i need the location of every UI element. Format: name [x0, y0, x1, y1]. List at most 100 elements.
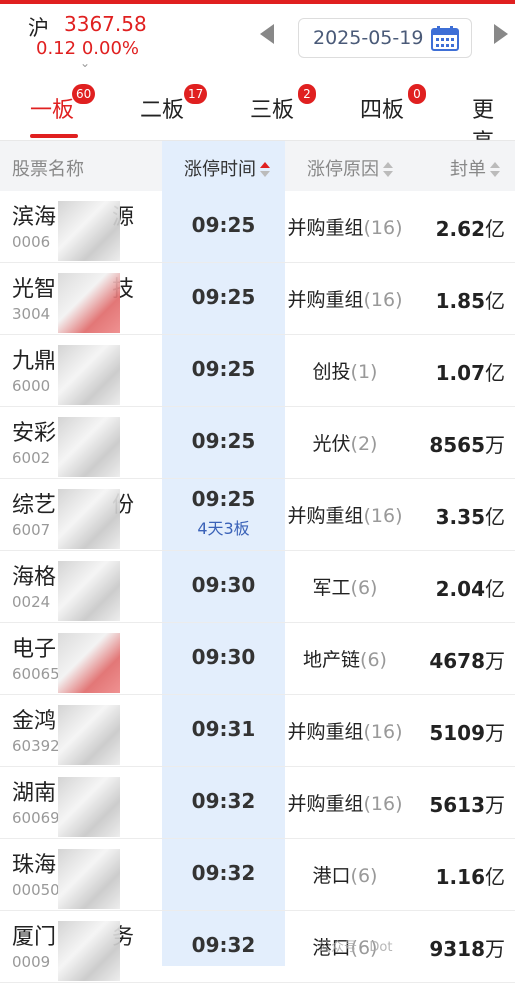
stock-code: 0009	[12, 953, 51, 971]
tab-label: 二板	[140, 98, 185, 123]
seal-amount: 2.04亿	[435, 577, 505, 601]
table-row[interactable]: 滨海源 0006 09:25 并购重组(16) 2.62亿	[0, 191, 515, 263]
limit-up-reason[interactable]: 军工(6)	[285, 573, 405, 600]
tab-badge: 2	[298, 84, 316, 104]
tab-four-board[interactable]: 四板 0	[360, 84, 426, 124]
privacy-blur	[58, 777, 120, 837]
privacy-blur	[58, 345, 120, 405]
seal-amount: 8565万	[429, 433, 505, 457]
stock-code: 60065	[12, 665, 60, 683]
next-date-arrow-icon[interactable]	[494, 24, 508, 44]
seal-amount: 2.62亿	[435, 217, 505, 241]
stock-name: 安彩	[12, 421, 57, 446]
tab-badge: 0	[408, 84, 426, 104]
chevron-down-icon[interactable]: ⌄	[80, 56, 90, 70]
limit-up-reason[interactable]: 并购重组(16)	[285, 501, 405, 528]
stock-code: 6002	[12, 449, 51, 467]
privacy-blur	[58, 201, 120, 261]
date-picker[interactable]: 2025-05-19	[298, 18, 472, 58]
privacy-blur	[58, 561, 120, 621]
privacy-blur	[58, 921, 120, 981]
table-row[interactable]: 电子 60065 09:30 地产链(6) 4678万	[0, 623, 515, 695]
tab-label: 一板	[30, 98, 75, 123]
limit-up-reason[interactable]: 并购重组(16)	[285, 285, 405, 312]
limit-up-time: 09:25	[191, 285, 256, 309]
limit-up-reason[interactable]: 并购重组(16)	[285, 213, 405, 240]
col-label: 封单	[450, 159, 486, 180]
privacy-blur	[58, 705, 120, 765]
seal-amount: 4678万	[429, 649, 505, 673]
tab-three-board[interactable]: 三板 2	[250, 84, 316, 124]
seal-amount: 9318万	[429, 937, 505, 961]
limit-up-time: 09:25	[191, 357, 256, 381]
table-row[interactable]: 厦门务 0009 09:32 港口(6) 9318万	[0, 911, 515, 983]
limit-up-reason[interactable]: 并购重组(16)	[285, 717, 405, 744]
limit-up-reason[interactable]: 地产链(6)	[285, 645, 405, 672]
stock-code: 6007	[12, 521, 51, 539]
stock-name: 湖南	[12, 781, 57, 806]
stock-code: 3004	[12, 305, 51, 323]
stock-code: 0024	[12, 593, 51, 611]
limit-up-time: 09:25	[191, 213, 256, 237]
stock-name: 海格	[12, 565, 57, 590]
seal-amount: 5613万	[429, 793, 505, 817]
table-row[interactable]: 光智技 3004 09:25 并购重组(16) 1.85亿	[0, 263, 515, 335]
streak-badge: 4天3板	[197, 519, 250, 538]
limit-up-reason[interactable]: 港口(6)	[285, 861, 405, 888]
active-tab-underline	[30, 134, 78, 138]
limit-up-time: 09:32	[191, 789, 256, 813]
tab-one-board[interactable]: 一板 60	[30, 84, 96, 124]
seal-amount: 1.07亿	[435, 361, 505, 385]
limit-up-time: 09:31	[191, 717, 256, 741]
stock-name: 金鸿	[12, 709, 57, 734]
index-change-value: 0.12	[36, 38, 77, 59]
limit-up-time: 09:25	[191, 487, 256, 511]
col-limit-up-reason[interactable]: 涨停原因	[307, 155, 393, 181]
seal-amount: 3.35亿	[435, 505, 505, 529]
tab-label: 三板	[250, 98, 295, 123]
table-row[interactable]: 金鸿 60392 09:31 并购重组(16) 5109万	[0, 695, 515, 767]
stock-name: 珠海	[12, 853, 57, 878]
limit-up-time: 09:25	[191, 429, 256, 453]
stock-name: 九鼎	[12, 349, 57, 374]
seal-amount: 1.85亿	[435, 289, 505, 313]
index-change-pct: 0.00%	[81, 38, 139, 59]
sort-asc-icon	[260, 162, 270, 178]
col-seal-order[interactable]: 封单	[450, 155, 500, 181]
table-row[interactable]: 珠海 00050 09:32 港口(6) 1.16亿	[0, 839, 515, 911]
seal-amount: 5109万	[429, 721, 505, 745]
sort-icon	[490, 162, 500, 178]
calendar-icon[interactable]	[431, 25, 459, 51]
board-tabs: 一板 60 二板 17 三板 2 四板 0 更高	[0, 76, 515, 155]
limit-up-reason[interactable]: 创投(1)	[285, 357, 405, 384]
col-label: 涨停时间	[184, 159, 256, 180]
table-row[interactable]: 九鼎 6000 09:25 创投(1) 1.07亿	[0, 335, 515, 407]
table-row[interactable]: 综艺份 6007 09:25 4天3板 并购重组(16) 3.35亿	[0, 479, 515, 551]
market-header: 沪 3367.58 0.12 0.00% ⌄ 2025-05-19	[0, 4, 515, 74]
col-limit-up-time[interactable]: 涨停时间	[184, 155, 270, 181]
limit-up-time: 09:30	[191, 645, 256, 669]
sort-icon	[383, 162, 393, 178]
limit-up-time: 09:32	[191, 933, 256, 957]
stock-code: 0006	[12, 233, 51, 251]
limit-up-reason[interactable]: 并购重组(16)	[285, 789, 405, 816]
table-row[interactable]: 海格 0024 09:30 军工(6) 2.04亿	[0, 551, 515, 623]
limit-up-time: 09:30	[191, 573, 256, 597]
index-value: 3367.58	[64, 12, 147, 36]
table-header: 股票名称 涨停时间 涨停原因 封单	[0, 141, 515, 191]
stock-code: 60069	[12, 809, 60, 827]
privacy-blur	[58, 273, 120, 333]
date-value: 2025-05-19	[313, 27, 424, 49]
watermark: 公众号 · Dot	[318, 940, 393, 955]
prev-date-arrow-icon[interactable]	[260, 24, 274, 44]
col-label: 涨停原因	[307, 159, 379, 180]
seal-amount: 1.16亿	[435, 865, 505, 889]
privacy-blur	[58, 417, 120, 477]
col-stock-name: 股票名称	[12, 159, 84, 180]
tab-badge: 17	[184, 84, 208, 104]
table-row[interactable]: 湖南 60069 09:32 并购重组(16) 5613万	[0, 767, 515, 839]
table-row[interactable]: 安彩 6002 09:25 光伏(2) 8565万	[0, 407, 515, 479]
limit-up-reason[interactable]: 光伏(2)	[285, 429, 405, 456]
tab-two-board[interactable]: 二板 17	[140, 84, 208, 124]
stock-name: 电子	[12, 637, 57, 662]
